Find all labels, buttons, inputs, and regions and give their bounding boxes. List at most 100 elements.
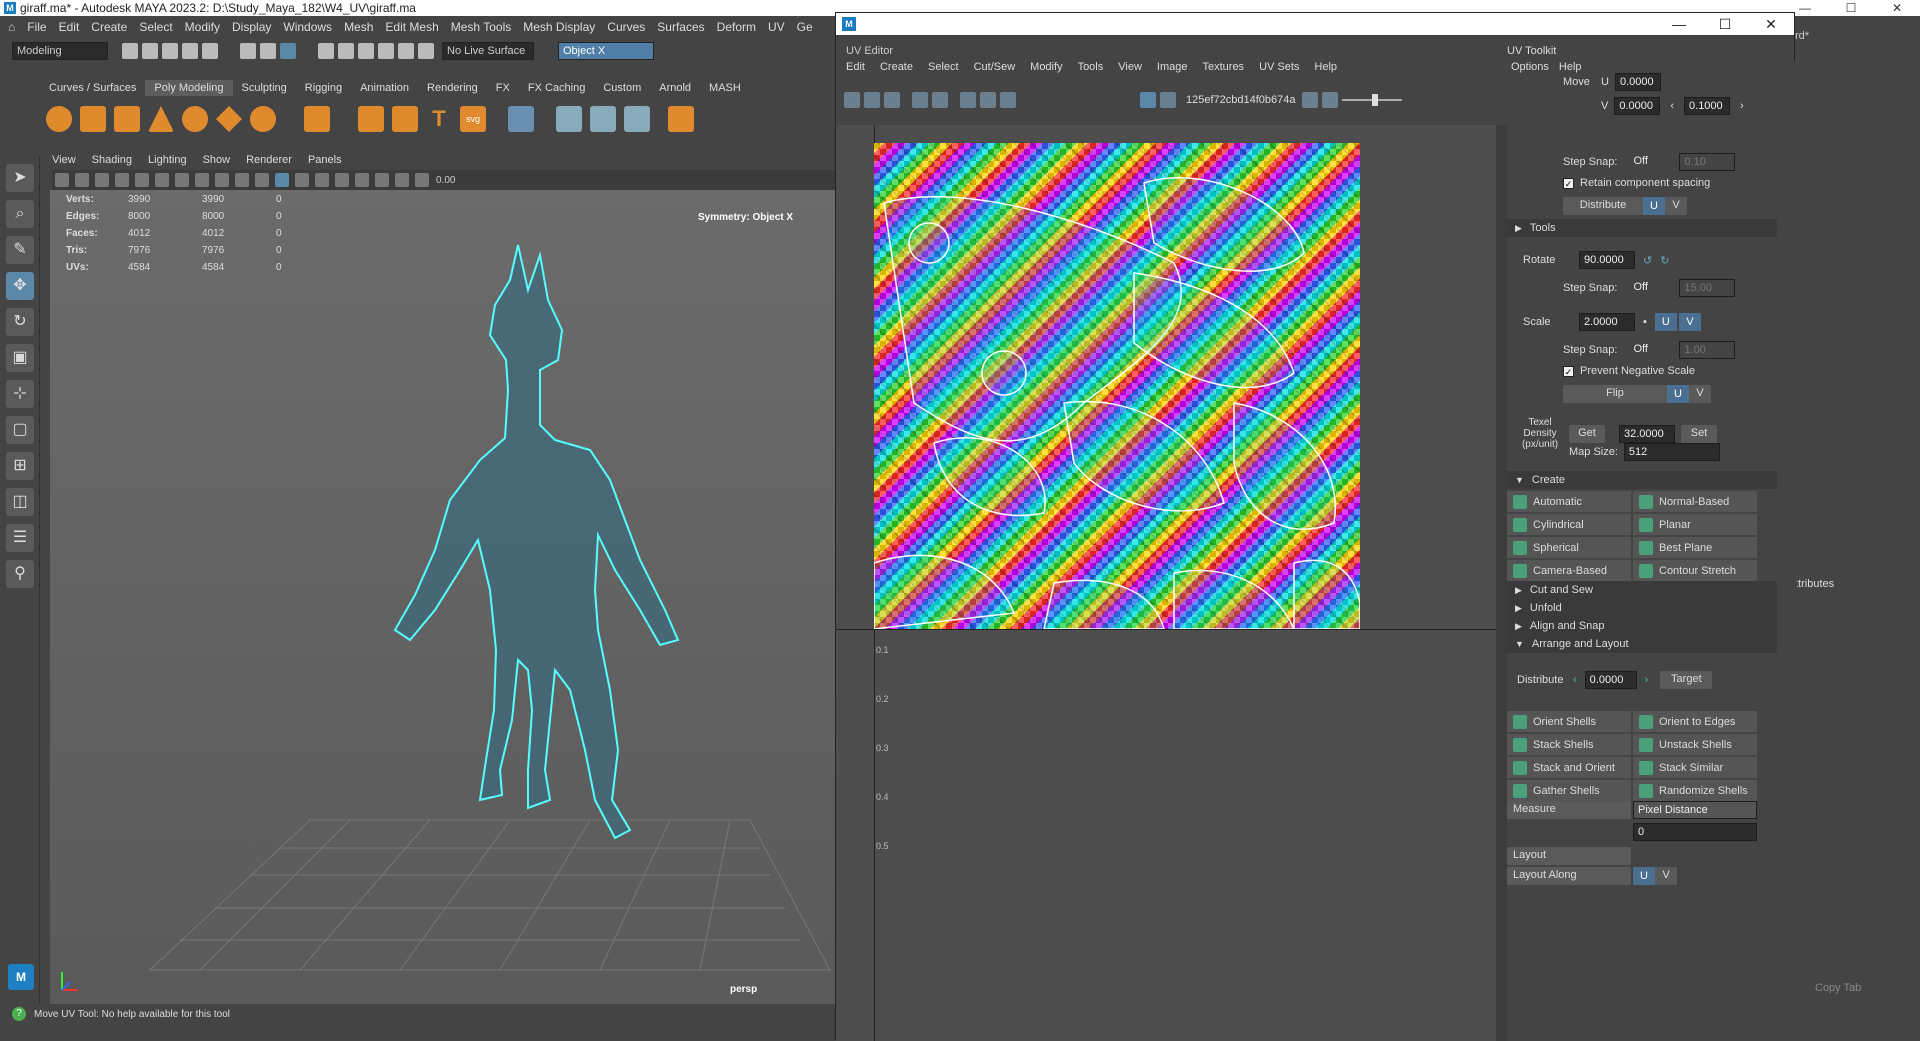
exposure-value[interactable]: 0.00 [436, 175, 455, 186]
snap-curve-icon[interactable] [338, 43, 354, 59]
measure-mode-dropdown[interactable]: Pixel Distance [1633, 801, 1757, 819]
texel-get-button[interactable]: Get [1569, 424, 1605, 443]
uv-shaded-icon[interactable] [844, 92, 860, 108]
move-tool-icon[interactable]: ✥ [6, 272, 34, 300]
align-snap-section[interactable]: ▶ Align and Snap [1507, 617, 1777, 635]
menu-deform[interactable]: Deform [717, 20, 756, 34]
select-component-icon[interactable] [280, 43, 296, 59]
uv-refresh-icon[interactable] [1301, 92, 1318, 108]
retain-spacing-checkbox[interactable]: ✓ [1563, 177, 1574, 189]
scale-lock-icon[interactable]: ▪ [1643, 316, 1647, 328]
undo-icon[interactable] [182, 43, 198, 59]
rotate-field[interactable]: 90.0000 [1579, 251, 1635, 269]
shelf-tab-fx[interactable]: FX [487, 80, 519, 96]
menu-edit-mesh[interactable]: Edit Mesh [385, 20, 438, 34]
rotate-tool-icon[interactable]: ↻ [6, 308, 34, 336]
attributes-tab-label[interactable]: ttributes [1795, 578, 1834, 590]
menu-mesh-display[interactable]: Mesh Display [523, 20, 595, 34]
contour-stretch-button[interactable]: Contour Stretch [1633, 560, 1757, 581]
vp-menu-shading[interactable]: Shading [92, 154, 132, 170]
smooth-shade-icon[interactable] [255, 173, 269, 187]
scale-u-button[interactable]: U [1654, 313, 1677, 331]
viewport-persp[interactable]: Verts: 3990 3990 0 Edges: 8000 8000 0 Faces: 40… [50, 190, 835, 1004]
uv-filter-icon[interactable] [980, 92, 996, 108]
uv-menu-edit[interactable]: Edit [846, 61, 865, 73]
uv-menu-textures[interactable]: Textures [1202, 61, 1244, 73]
redo-icon[interactable] [202, 43, 218, 59]
poly-disc-icon[interactable] [250, 106, 276, 132]
menu-mesh[interactable]: Mesh [344, 20, 373, 34]
poly-sphere-icon[interactable] [46, 106, 72, 132]
map-size-field[interactable]: 512 [1623, 443, 1720, 461]
menu-curves[interactable]: Curves [607, 20, 645, 34]
target-button[interactable]: Target [1660, 671, 1713, 689]
flip-button[interactable]: Flip [1563, 385, 1667, 403]
move-snap-value[interactable]: 0.10 [1679, 153, 1736, 171]
maximize-icon[interactable]: ☐ [1828, 0, 1874, 16]
vp-menu-panels[interactable]: Panels [308, 154, 342, 170]
menu-windows[interactable]: Windows [283, 20, 332, 34]
arrange-layout-section[interactable]: ▼ Arrange and Layout [1507, 635, 1777, 653]
shelf-tab-animation[interactable]: Animation [351, 80, 418, 96]
uv-checker-icon[interactable] [960, 92, 976, 108]
stack-orient-button[interactable]: Stack and Orient [1507, 757, 1631, 778]
texel-set-button[interactable]: Set [1681, 424, 1717, 443]
uv-menu-cutsew[interactable]: Cut/Sew [974, 61, 1016, 73]
move-right-icon[interactable]: › [1740, 100, 1744, 112]
distribute-left-icon[interactable]: ‹ [1573, 674, 1577, 686]
two-layout-icon[interactable]: ◫ [6, 488, 34, 516]
uv-color-icon[interactable] [1321, 92, 1338, 108]
vp-menu-show[interactable]: Show [203, 154, 231, 170]
resolution-gate-icon[interactable] [215, 173, 229, 187]
toolkit-menu-options[interactable]: Options [1511, 61, 1549, 73]
wireframe-icon[interactable] [235, 173, 249, 187]
maximize-icon[interactable]: ☐ [1702, 13, 1748, 35]
menu-surfaces[interactable]: Surfaces [657, 20, 704, 34]
help-icon[interactable]: ? [12, 1007, 26, 1021]
menu-select[interactable]: Select [139, 20, 172, 34]
normal-based-button[interactable]: Normal-Based [1633, 491, 1757, 512]
layout-button[interactable]: Layout [1507, 847, 1631, 865]
shelf-tab-fx-caching[interactable]: FX Caching [519, 80, 594, 96]
scale-v-button[interactable]: V [1678, 313, 1701, 331]
unfold-section[interactable]: ▶ Unfold [1507, 599, 1777, 617]
svg-icon[interactable]: svg [460, 106, 486, 132]
tools-section[interactable]: ▶ Tools [1507, 219, 1777, 237]
symmetry-dropdown[interactable]: Object X [558, 42, 654, 60]
rotate-step-snap-dropdown[interactable]: Off [1629, 279, 1680, 297]
move-u-field[interactable]: 0.0000 [1614, 73, 1661, 91]
uv-grid-icon[interactable] [912, 92, 928, 108]
uv-menu-tools[interactable]: Tools [1078, 61, 1104, 73]
snap-live-icon[interactable] [418, 43, 434, 59]
camera-icon[interactable] [55, 173, 69, 187]
planar-button[interactable]: Planar [1633, 514, 1757, 535]
scale-tool-icon[interactable]: ▣ [6, 344, 34, 372]
randomize-shells-button[interactable]: Randomize Shells [1633, 780, 1757, 801]
vp-menu-lighting[interactable]: Lighting [148, 154, 187, 170]
select-object-icon[interactable] [260, 43, 276, 59]
orient-shells-button[interactable]: Orient Shells [1507, 711, 1631, 732]
menu-generate[interactable]: Ge [797, 20, 813, 34]
shadows-icon[interactable] [315, 173, 329, 187]
shelf-tab-poly[interactable]: Poly Modeling [145, 80, 233, 96]
film-gate-icon[interactable] [195, 173, 209, 187]
image-plane-icon[interactable] [115, 173, 129, 187]
grease-icon[interactable] [155, 173, 169, 187]
cylindrical-button[interactable]: Cylindrical [1507, 514, 1631, 535]
sweep-mesh-icon[interactable] [392, 106, 418, 132]
flip-u-button[interactable]: U [1667, 385, 1689, 403]
uv-image-display-icon[interactable] [1140, 92, 1156, 108]
menu-uv[interactable]: UV [768, 20, 785, 34]
select-hierarchy-icon[interactable] [240, 43, 256, 59]
menu-file[interactable]: File [27, 20, 46, 34]
separate-icon[interactable] [624, 106, 650, 132]
uv-snapshot-icon[interactable] [1000, 92, 1016, 108]
uv-menu-create[interactable]: Create [880, 61, 913, 73]
rotate-snap-value[interactable]: 15.00 [1679, 279, 1736, 297]
mirror-icon[interactable] [556, 106, 582, 132]
unstack-shells-button[interactable]: Unstack Shells [1633, 734, 1757, 755]
orient-edges-button[interactable]: Orient to Edges [1633, 711, 1757, 732]
shelf-tab-mash[interactable]: MASH [700, 80, 750, 96]
shelf-tab-custom[interactable]: Custom [594, 80, 650, 96]
four-layout-icon[interactable]: ⊞ [6, 452, 34, 480]
